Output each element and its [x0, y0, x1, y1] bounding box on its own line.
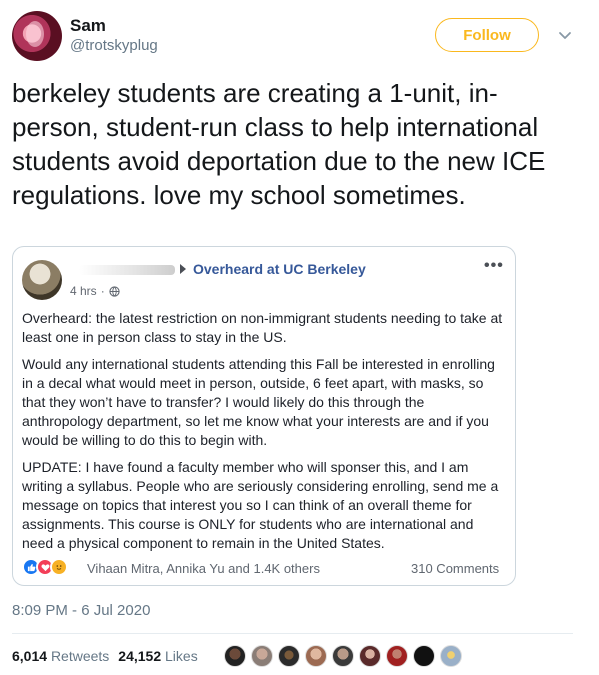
- fb-paragraph: UPDATE: I have found a faculty member wh…: [22, 459, 499, 551]
- fb-group-name: Overheard at UC Berkeley: [193, 261, 366, 277]
- globe-icon: [109, 285, 120, 297]
- retweets-count: 6,014: [12, 648, 48, 664]
- fb-paragraph: Overheard: the latest restriction on non…: [22, 310, 503, 345]
- fb-comments-count: 310 Comments: [411, 561, 500, 576]
- fb-separator: ·: [100, 284, 105, 298]
- liker-avatar[interactable]: [305, 645, 327, 667]
- likes-count: 24,152: [118, 648, 162, 664]
- tweet-timestamp[interactable]: 8:09 PM - 6 Jul 2020: [12, 602, 150, 619]
- liker-avatar[interactable]: [278, 645, 300, 667]
- author-avatar[interactable]: [12, 11, 62, 61]
- fb-post-body: Overheard: the latest restriction on non…: [22, 309, 508, 561]
- author-handle[interactable]: @trotskyplug: [70, 37, 158, 54]
- liker-avatar[interactable]: [413, 645, 435, 667]
- care-reaction-icon: [50, 558, 68, 576]
- fb-post-meta: 4 hrs ·: [70, 284, 120, 298]
- author-name[interactable]: Sam: [70, 16, 106, 36]
- liker-avatar[interactable]: [440, 645, 462, 667]
- more-dots-icon: •••: [484, 257, 504, 274]
- retweets-stat[interactable]: 6,014 Retweets: [12, 648, 109, 664]
- likes-stat[interactable]: 24,152 Likes: [118, 648, 197, 664]
- caret-right-icon: [180, 264, 186, 274]
- liker-avatars: [224, 645, 462, 667]
- follow-button[interactable]: Follow: [435, 18, 539, 52]
- liker-avatar[interactable]: [359, 645, 381, 667]
- liker-avatar[interactable]: [332, 645, 354, 667]
- fb-poster-name-redacted: [79, 265, 175, 275]
- liker-avatar[interactable]: [251, 645, 273, 667]
- chevron-down-icon[interactable]: [556, 26, 574, 44]
- liker-avatar[interactable]: [386, 645, 408, 667]
- retweets-label: Retweets: [50, 648, 110, 664]
- divider: [12, 633, 573, 634]
- fb-time-ago: 4 hrs: [70, 284, 97, 298]
- fb-poster-avatar: [22, 260, 62, 300]
- fb-reaction-names: Vihaan Mitra, Annika Yu and 1.4K others: [87, 561, 320, 576]
- fb-reaction-icons: [22, 558, 68, 576]
- tweet-stats: 6,014 Retweets 24,152 Likes: [12, 648, 198, 664]
- fb-paragraph: Would any international students attendi…: [22, 356, 495, 448]
- embedded-fb-post[interactable]: Overheard at UC Berkeley 4 hrs · ••• Ove…: [12, 246, 516, 586]
- tweet-text: berkeley students are creating a 1-unit,…: [12, 78, 546, 210]
- likes-label: Likes: [165, 648, 198, 664]
- liker-avatar[interactable]: [224, 645, 246, 667]
